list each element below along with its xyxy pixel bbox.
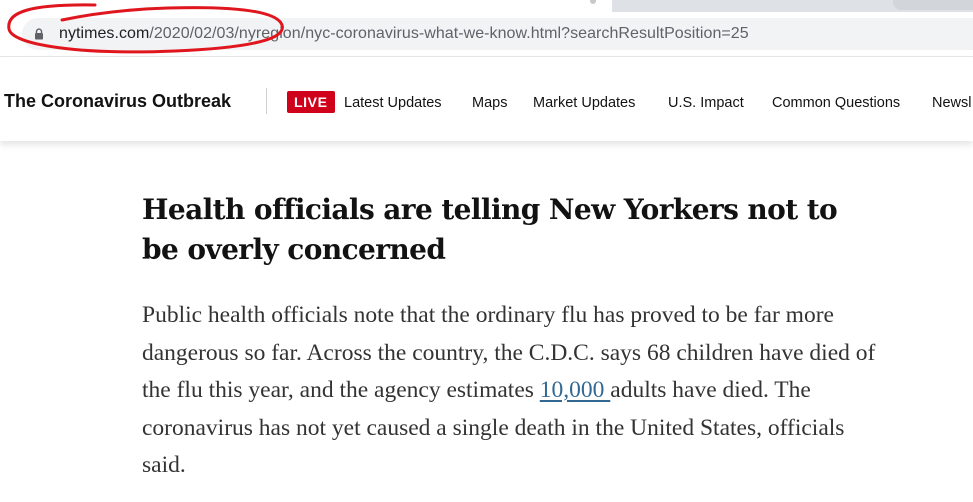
tab-strip xyxy=(0,0,973,12)
nav-divider xyxy=(266,88,267,114)
section-brand[interactable]: The Coronavirus Outbreak xyxy=(4,91,231,112)
url-host: nytimes.com xyxy=(59,25,150,42)
live-badge[interactable]: LIVE xyxy=(287,91,335,113)
lock-icon[interactable] xyxy=(33,28,45,40)
tab-close-icon[interactable] xyxy=(590,0,596,4)
nav-link-market-updates[interactable]: Market Updates xyxy=(533,95,635,111)
nav-link-us-impact[interactable]: U.S. Impact xyxy=(668,95,744,111)
article-paragraph: Public health officials note that the or… xyxy=(142,297,882,485)
browser-toolbar: nytimes.com/2020/02/03/nyregion/nyc-coro… xyxy=(0,12,973,57)
article-subheadline: Health officials are telling New Yorkers… xyxy=(142,193,838,266)
inactive-tab[interactable] xyxy=(893,0,973,10)
active-tab[interactable] xyxy=(0,0,612,12)
adults-died-link[interactable]: 10,000 xyxy=(540,377,611,403)
site-navigation: The Coronavirus Outbreak LIVE Latest Upd… xyxy=(0,57,973,141)
nav-link-common-questions[interactable]: Common Questions xyxy=(772,95,900,111)
nav-link-maps[interactable]: Maps xyxy=(472,95,507,111)
url-text[interactable]: nytimes.com/2020/02/03/nyregion/nyc-coro… xyxy=(59,24,749,44)
url-path: /2020/02/03/nyregion/nyc-coronavirus-wha… xyxy=(149,25,749,42)
nav-link-newsletter[interactable]: Newsl xyxy=(932,95,971,111)
nav-link-latest-updates[interactable]: Latest Updates xyxy=(344,95,442,111)
address-bar[interactable]: nytimes.com/2020/02/03/nyregion/nyc-coro… xyxy=(22,18,973,50)
